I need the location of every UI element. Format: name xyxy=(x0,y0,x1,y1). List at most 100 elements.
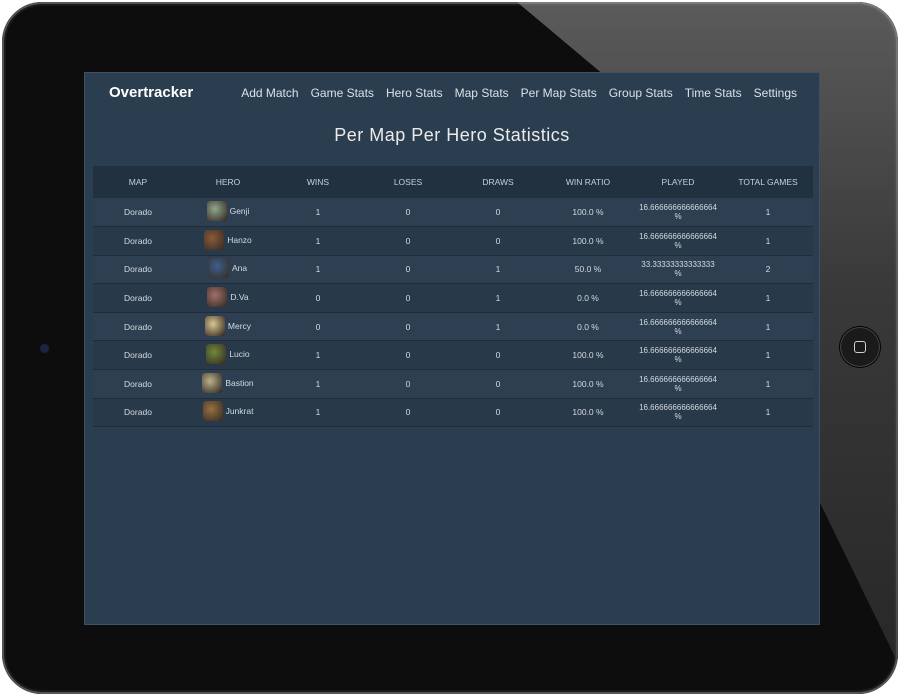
cell-draws: 0 xyxy=(495,350,501,361)
cell-map: Dorado xyxy=(124,407,152,418)
nav-game-stats[interactable]: Game Stats xyxy=(305,86,380,100)
cell-win-ratio: 100.0 % xyxy=(572,235,604,246)
app-screen: Overtracker Add Match Game Stats Hero St… xyxy=(84,72,820,625)
hero-cell: D.Va xyxy=(207,287,249,308)
cell-map: Dorado xyxy=(124,350,152,361)
cell-total-games: 1 xyxy=(765,235,771,246)
cell-wins: 1 xyxy=(315,235,321,246)
table-row: Dorado Junkrat 1 0 0 100.0 % 16.66666666666666… xyxy=(93,398,813,427)
cell-map: Dorado xyxy=(124,264,152,275)
header-win-ratio[interactable]: WIN RATIO xyxy=(543,166,633,198)
cell-map: Dorado xyxy=(124,207,152,218)
cell-wins: 1 xyxy=(315,350,321,361)
hero-name: Ana xyxy=(231,263,248,274)
cell-loses: 0 xyxy=(405,350,411,361)
hero-cell: Hanzo xyxy=(204,229,252,250)
cell-draws: 1 xyxy=(495,264,501,275)
cell-played: 16.666666666666664 % xyxy=(639,346,717,365)
hero-name: D.Va xyxy=(230,292,249,303)
cell-loses: 0 xyxy=(405,207,411,218)
cell-wins: 0 xyxy=(315,321,321,332)
hero-portrait-icon xyxy=(202,372,223,393)
cell-total-games: 1 xyxy=(765,378,771,389)
hero-portrait-icon xyxy=(206,344,227,365)
home-square-icon xyxy=(854,341,866,353)
cell-hero: D.Va xyxy=(183,284,273,313)
cell-map: Dorado xyxy=(124,293,152,304)
cell-win-ratio: 100.0 % xyxy=(572,350,604,361)
cell-map: Dorado xyxy=(124,321,152,332)
cell-win-ratio: 50.0 % xyxy=(574,264,602,275)
cell-win-ratio: 0.0 % xyxy=(577,293,599,304)
header-wins[interactable]: WINS xyxy=(273,166,363,198)
cell-hero: Lucio xyxy=(183,341,273,370)
cell-draws: 1 xyxy=(495,293,501,304)
table-row: Dorado Ana 1 0 1 50.0 % 33.33333333333333 % 2 xyxy=(93,255,813,284)
nav-map-stats[interactable]: Map Stats xyxy=(449,86,515,100)
cell-draws: 0 xyxy=(495,407,501,418)
nav-time-stats[interactable]: Time Stats xyxy=(679,86,748,100)
hero-portrait-icon xyxy=(202,401,223,422)
cell-map: Dorado xyxy=(124,235,152,246)
header-map[interactable]: MAP xyxy=(93,166,183,198)
cell-total-games: 1 xyxy=(765,293,771,304)
cell-hero: Hanzo xyxy=(183,227,273,256)
nav-menu: Add Match Game Stats Hero Stats Map Stat… xyxy=(235,86,803,100)
cell-total-games: 1 xyxy=(765,321,771,332)
hero-cell: Ana xyxy=(208,258,248,279)
header-hero[interactable]: HERO xyxy=(183,166,273,198)
hero-portrait-icon xyxy=(204,315,225,336)
table-row: Dorado D.Va 0 0 1 0.0 % 16.666666666666664 % 1 xyxy=(93,283,813,313)
nav-add-match[interactable]: Add Match xyxy=(235,86,304,100)
cell-total-games: 1 xyxy=(765,350,771,361)
cell-draws: 0 xyxy=(495,207,501,218)
page-title: Per Map Per Hero Statistics xyxy=(334,125,570,145)
cell-wins: 1 xyxy=(315,207,321,218)
nav-per-map-stats[interactable]: Per Map Stats xyxy=(515,86,603,100)
hero-cell: Mercy xyxy=(204,315,251,336)
hero-portrait-icon xyxy=(206,201,227,222)
cell-hero: Bastion xyxy=(183,370,273,399)
header-draws[interactable]: DRAWS xyxy=(453,166,543,198)
stats-table: MAP HERO WINS LOSES DRAWS WIN RATIO PLAY… xyxy=(93,166,813,427)
hero-portrait-icon xyxy=(204,229,225,250)
brand-logo[interactable]: Overtracker xyxy=(109,84,193,101)
hero-cell: Bastion xyxy=(202,372,254,393)
cell-draws: 0 xyxy=(495,235,501,246)
header-total-games[interactable]: TOTAL GAMES xyxy=(723,166,813,198)
nav-group-stats[interactable]: Group Stats xyxy=(603,86,679,100)
cell-wins: 0 xyxy=(315,293,321,304)
header-played[interactable]: PLAYED xyxy=(633,166,723,198)
cell-total-games: 1 xyxy=(765,207,771,218)
header-loses[interactable]: LOSES xyxy=(363,166,453,198)
cell-win-ratio: 0.0 % xyxy=(577,321,599,332)
tablet-frame: Overtracker Add Match Game Stats Hero St… xyxy=(2,2,898,694)
hero-portrait-icon xyxy=(207,287,228,308)
cell-win-ratio: 100.0 % xyxy=(572,378,604,389)
cell-loses: 0 xyxy=(405,321,411,332)
cell-win-ratio: 100.0 % xyxy=(572,407,604,418)
cell-hero: Junkrat xyxy=(183,398,273,427)
cell-win-ratio: 100.0 % xyxy=(572,207,604,218)
cell-wins: 1 xyxy=(315,264,321,275)
table-row: Dorado Lucio 1 0 0 100.0 % 16.666666666666664 … xyxy=(93,340,813,370)
nav-settings[interactable]: Settings xyxy=(748,86,803,100)
hero-name: Bastion xyxy=(225,377,254,388)
cell-played: 16.666666666666664 % xyxy=(639,231,717,250)
hero-name: Junkrat xyxy=(225,406,254,417)
hero-cell: Junkrat xyxy=(202,401,254,422)
cell-loses: 0 xyxy=(405,293,411,304)
hero-portrait-icon xyxy=(208,258,229,279)
navbar: Overtracker Add Match Game Stats Hero St… xyxy=(85,73,819,115)
cell-played: 16.666666666666664 % xyxy=(639,374,717,393)
cell-loses: 0 xyxy=(405,235,411,246)
cell-loses: 0 xyxy=(405,264,411,275)
cell-draws: 0 xyxy=(495,378,501,389)
table-row: Dorado Bastion 1 0 0 100.0 % 16.66666666666666… xyxy=(93,369,813,399)
camera-icon xyxy=(40,344,49,353)
nav-hero-stats[interactable]: Hero Stats xyxy=(380,86,449,100)
cell-map: Dorado xyxy=(124,378,152,389)
hero-name: Lucio xyxy=(229,349,250,360)
cell-hero: Ana xyxy=(183,255,273,284)
cell-hero: Mercy xyxy=(183,312,273,341)
